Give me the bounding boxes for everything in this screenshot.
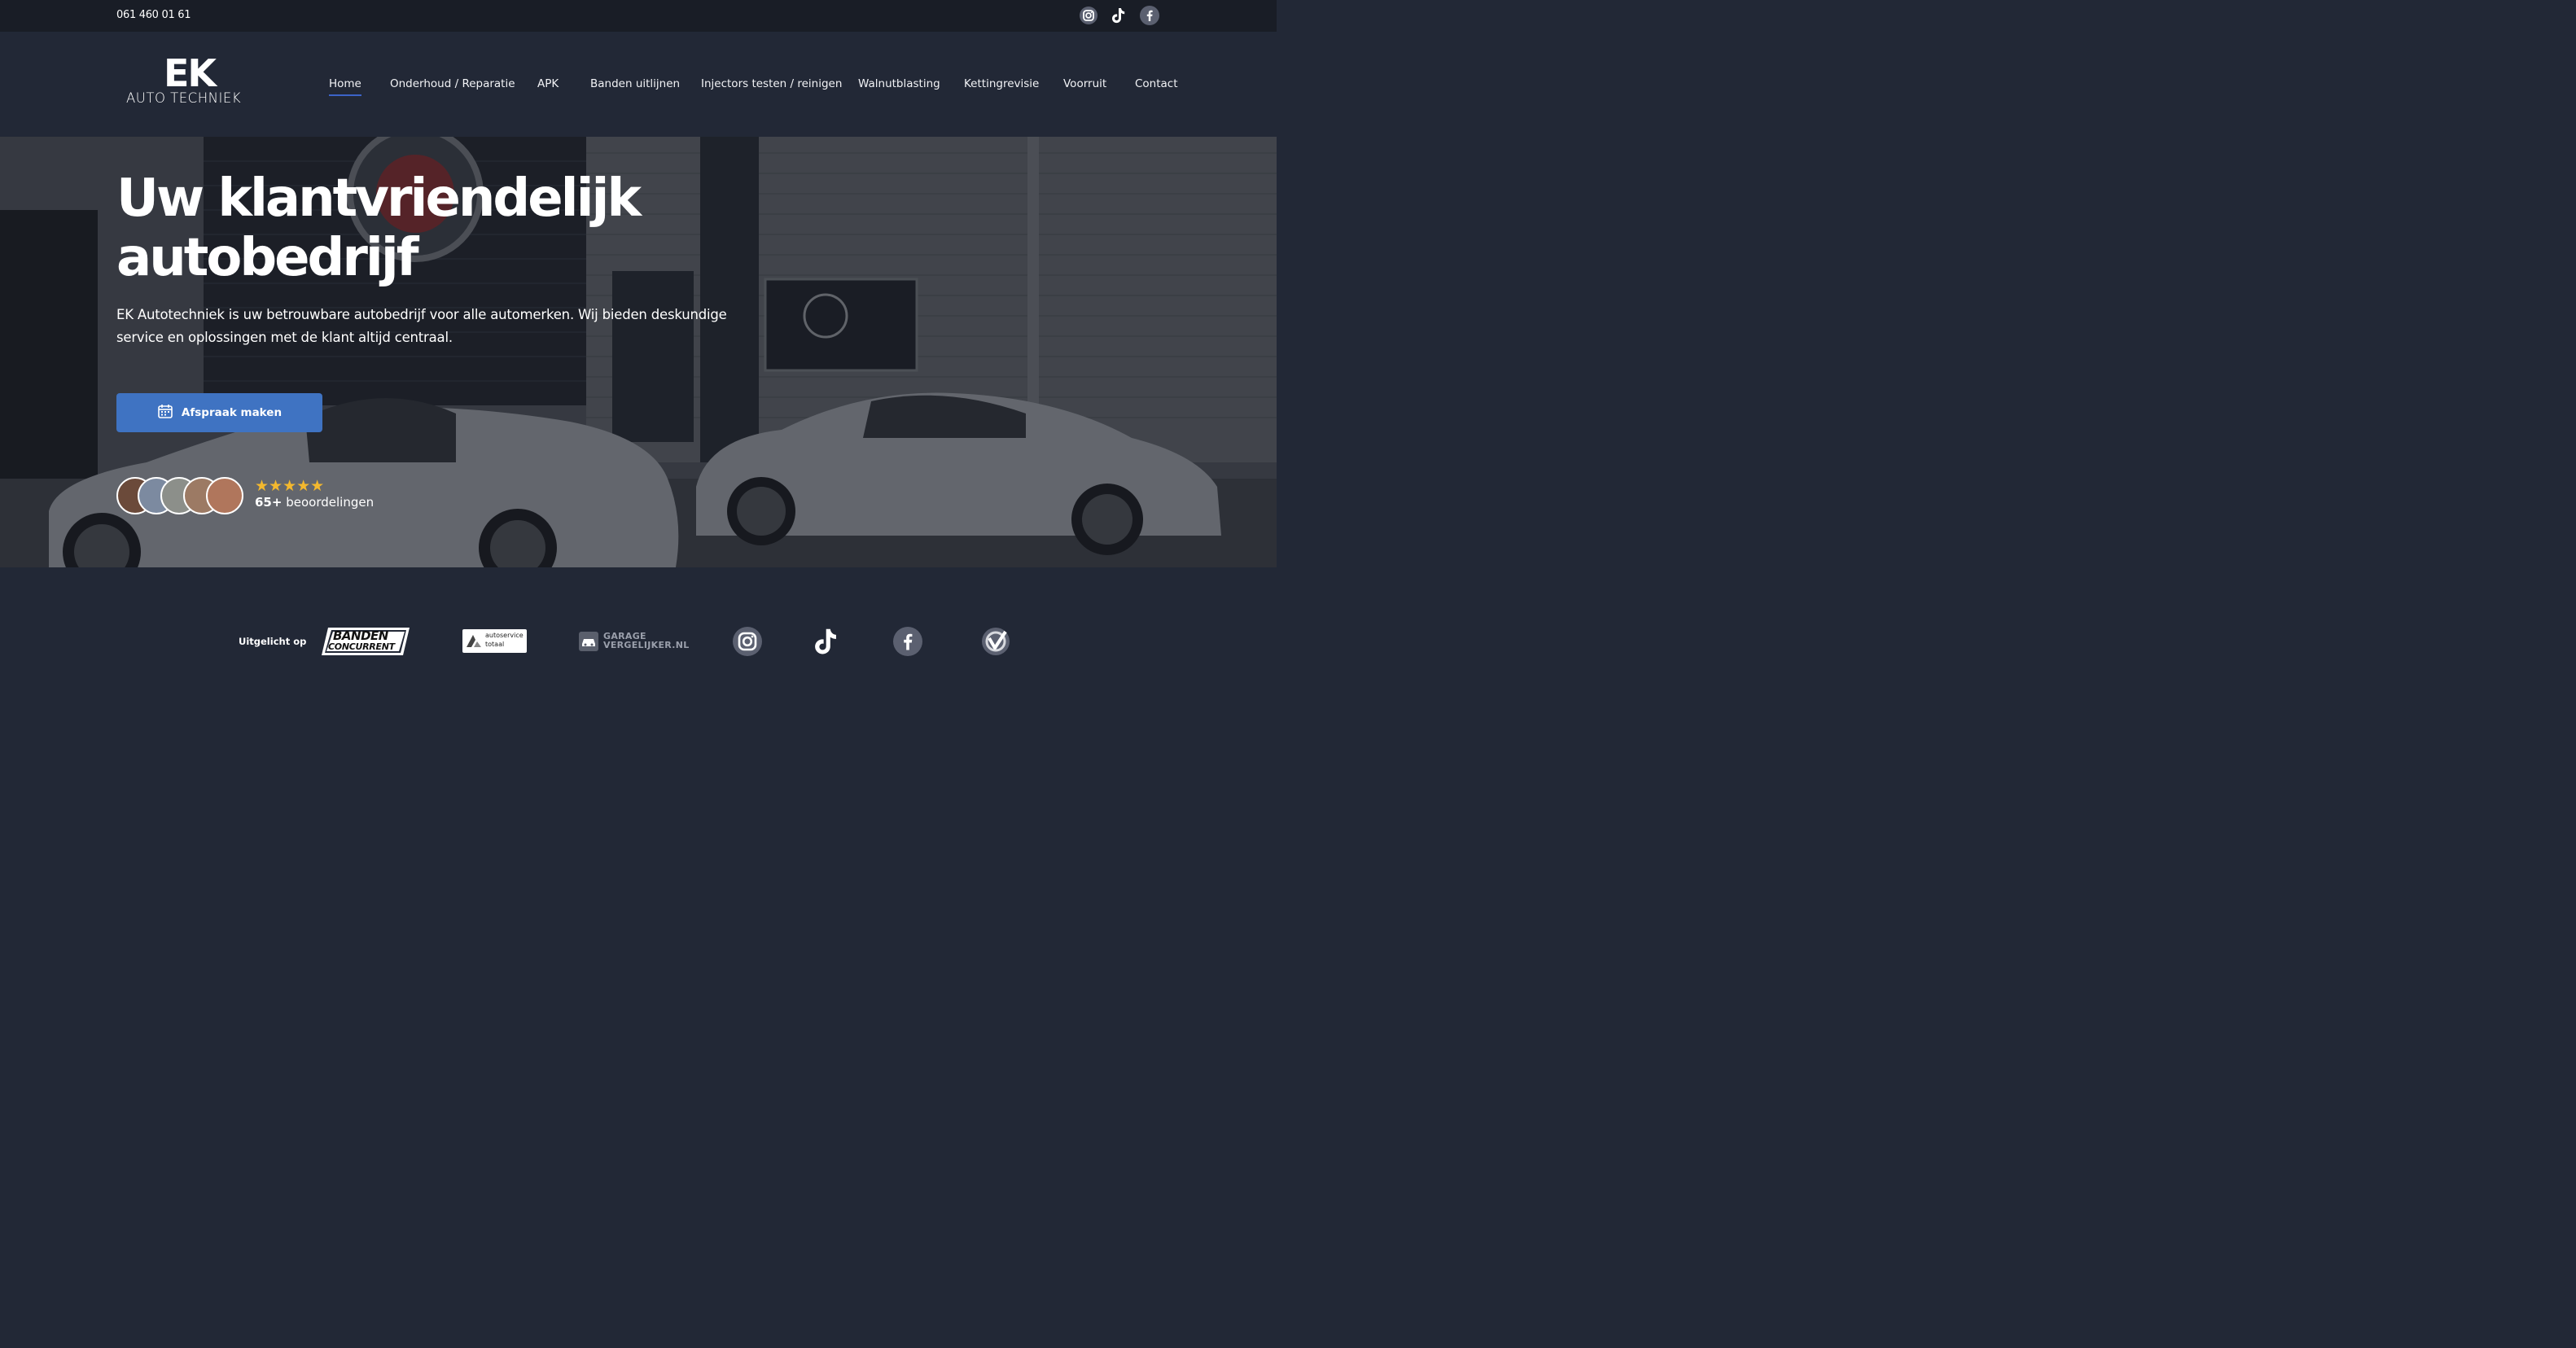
nav-onderhoud-reparatie[interactable]: Onderhoud / Reparatie	[390, 77, 515, 90]
nav-injectors[interactable]: Injectors testen / reinigen	[701, 77, 842, 90]
nav-voorruit[interactable]: Voorruit	[1063, 77, 1106, 90]
verified-icon[interactable]	[981, 627, 1010, 659]
phone-number[interactable]: 061 460 01 61	[116, 9, 191, 21]
reviews-summary: 65+ beoordelingen	[255, 495, 374, 510]
hero-section: Uw klantvriendelijk autobedrijf EK Autot…	[0, 137, 1277, 567]
nav-banden-uitlijnen[interactable]: Banden uitlijnen	[590, 77, 680, 90]
autoservice-totaal-logo[interactable]: autoservice totaal	[462, 629, 527, 653]
instagram-icon[interactable]	[733, 627, 762, 659]
hero-title-line1: Uw klantvriendelijk	[116, 168, 642, 229]
reviews-label: beoordelingen	[286, 495, 375, 510]
tiktok-icon[interactable]	[811, 626, 839, 660]
nav-walnutblasting[interactable]: Walnutblasting	[858, 77, 940, 90]
rating-stars: ★★★★★	[255, 477, 325, 495]
nav-contact[interactable]: Contact	[1135, 77, 1178, 90]
avatar	[206, 477, 243, 514]
facebook-icon[interactable]	[1140, 6, 1159, 25]
hero-title-line2: autobedrijf	[116, 228, 419, 288]
logo-subtitle: AUTO TECHNIEK	[126, 90, 242, 106]
nav-kettingrevisie[interactable]: Kettingrevisie	[964, 77, 1039, 90]
reviews-count: 65+	[255, 495, 283, 510]
instagram-icon[interactable]	[1079, 6, 1098, 25]
featured-label: Uitgelicht op	[239, 636, 307, 647]
logo-main: EK	[164, 51, 217, 95]
facebook-icon[interactable]	[893, 627, 922, 659]
calendar-icon	[157, 403, 173, 422]
nav-home[interactable]: Home	[329, 77, 361, 96]
make-appointment-label: Afspraak maken	[181, 406, 283, 419]
hero-title: Uw klantvriendelijk autobedrijf	[116, 168, 642, 288]
top-bar: 061 460 01 61	[0, 0, 1277, 32]
banden-concurrent-logo[interactable]: BANDEN CONCURRENT	[322, 628, 410, 655]
nav-apk[interactable]: APK	[537, 77, 559, 90]
featured-on-strip: Uitgelicht op BANDEN CONCURRENT autoserv…	[0, 567, 1277, 668]
logo[interactable]: EK AUTO TECHNIEK	[125, 55, 287, 108]
main-header: EK AUTO TECHNIEK Home Onderhoud / Repara…	[0, 32, 1277, 137]
hero-description: EK Autotechniek is uw betrouwbare autobe…	[116, 307, 727, 345]
garage-vergelijker-logo[interactable]: GARAGE VERGELIJKER.NL	[579, 631, 689, 652]
make-appointment-button[interactable]: Afspraak maken	[116, 393, 322, 432]
tiktok-icon[interactable]	[1108, 6, 1128, 25]
